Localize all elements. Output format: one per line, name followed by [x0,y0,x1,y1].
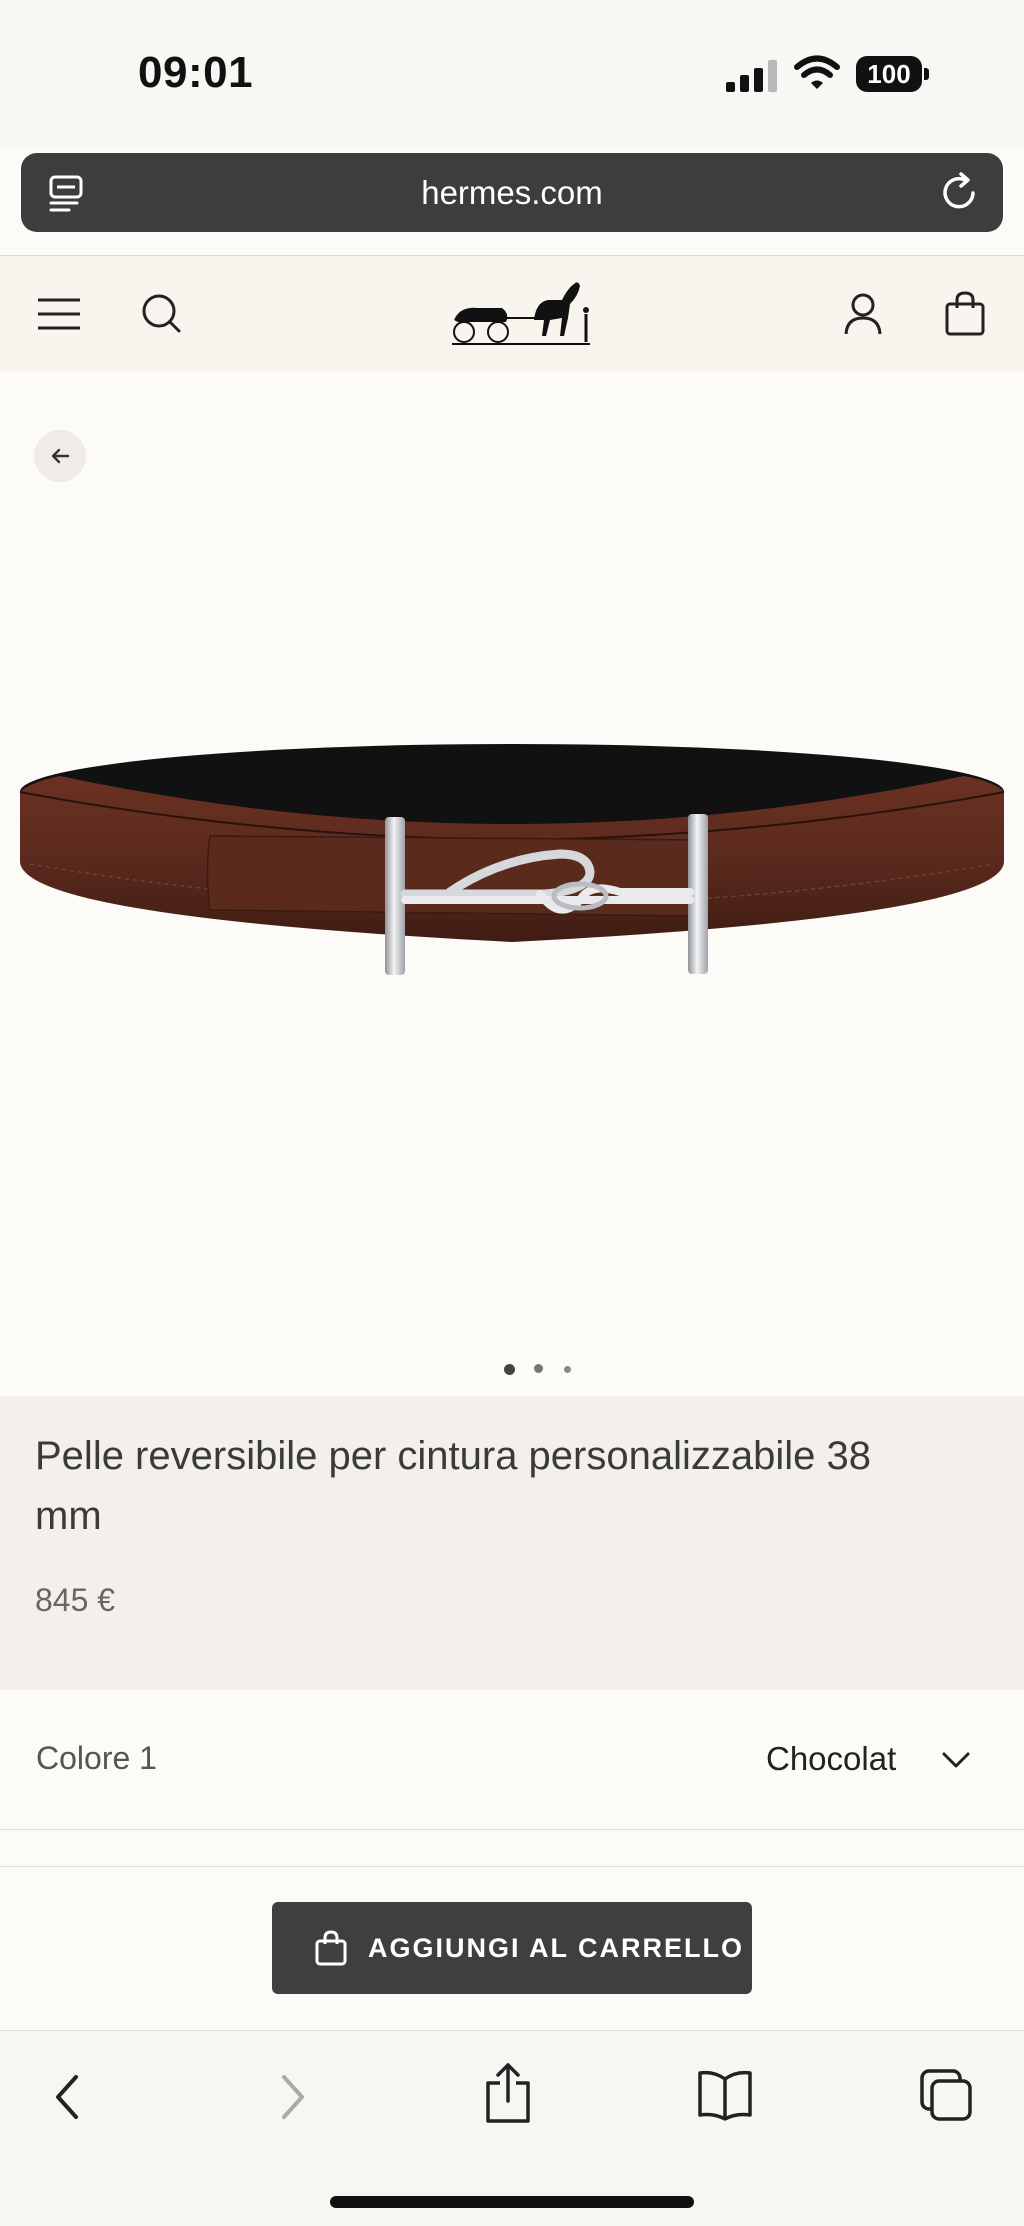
back-button[interactable] [34,430,86,482]
status-bar: 09:01 100 [0,0,1024,150]
forward-icon[interactable] [272,2069,312,2125]
product-title: Pelle reversibile per cintura personaliz… [35,1434,871,1538]
account-icon[interactable] [843,292,883,336]
address-bar[interactable]: hermes.com [21,153,1003,232]
shopping-bag-icon [315,1930,347,1966]
status-time: 09:01 [138,48,254,97]
battery-icon: 100 [856,56,930,92]
hermes-logo-icon[interactable] [450,276,592,350]
add-to-cart-button[interactable]: AGGIUNGI AL CARRELLO [272,1902,752,1994]
menu-icon[interactable] [38,296,80,332]
chevron-down-icon[interactable] [940,1744,972,1776]
reload-icon[interactable] [939,171,981,213]
bookmarks-icon[interactable] [696,2069,754,2121]
colour-value[interactable]: Chocolat [766,1740,896,1778]
site-header [0,256,1024,372]
tabs-icon[interactable] [918,2067,974,2123]
search-icon[interactable] [140,292,182,334]
product-info: Pelle reversibile per cintura personaliz… [0,1396,1024,1690]
browser-toolbar [0,2030,1024,2226]
colour-label: Colore 1 [36,1740,157,1776]
shopping-bag-icon[interactable] [943,290,987,336]
divider [0,1829,1024,1830]
share-icon[interactable] [482,2061,534,2125]
wifi-icon [794,55,840,89]
signal-icon [726,60,777,92]
add-to-cart-label: AGGIUNGI AL CARRELLO [368,1933,744,1963]
colour-selector[interactable]: Colore 1 Chocolat [0,1690,1024,1830]
product-price: 845 € [35,1582,116,1618]
arrow-left-icon [51,448,70,464]
carousel-dot-active[interactable] [504,1364,515,1375]
product-image-belt [19,744,1005,975]
carousel-dot[interactable] [564,1366,571,1373]
product-gallery[interactable] [0,372,1024,1396]
carousel-dot[interactable] [534,1364,543,1373]
divider [0,1866,1024,1867]
back-icon[interactable] [48,2069,88,2125]
battery-level: 100 [856,56,922,92]
url-text[interactable]: hermes.com [21,153,1003,232]
carousel-dots[interactable] [500,1362,580,1376]
home-indicator[interactable] [330,2196,694,2208]
